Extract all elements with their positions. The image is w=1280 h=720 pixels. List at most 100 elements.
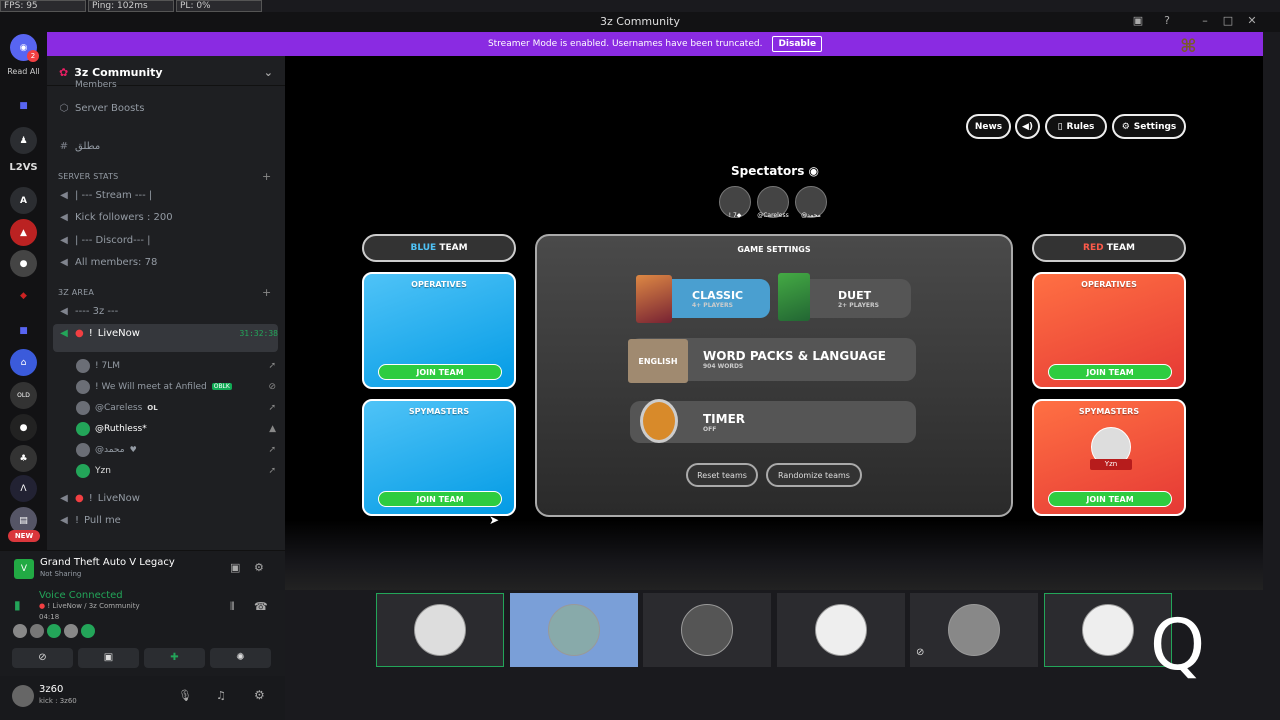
channel-label: | --- Discord--- | [75, 234, 151, 246]
channel-kick-followers[interactable]: ◀ Kick followers : 200 [58, 207, 278, 227]
randomize-teams-button[interactable]: Randomize teams [766, 463, 862, 487]
server-icon[interactable]: ♟ [10, 127, 37, 154]
screen-share-icon[interactable]: ▣ [1131, 14, 1145, 27]
voice-user[interactable]: Yzn ➚ [76, 461, 276, 480]
avatar[interactable] [12, 685, 34, 707]
maximize-icon[interactable]: □ [1221, 14, 1235, 27]
channel-members[interactable]: Members [58, 80, 278, 90]
folder-icon[interactable]: ■ [10, 317, 37, 344]
activities-button[interactable]: ✚ [144, 648, 205, 668]
live-timer: 31:32:38 [239, 328, 278, 338]
channel-stream[interactable]: ◀ | --- Stream --- | [58, 185, 278, 205]
server-icon[interactable]: ▲ [10, 219, 37, 246]
help-icon[interactable]: ? [1160, 14, 1174, 27]
join-team-button[interactable]: JOIN TEAM [378, 491, 502, 507]
video-tile[interactable] [510, 593, 638, 667]
channel-prefix: ! [88, 492, 93, 504]
gta-icon: V [14, 559, 34, 579]
video-tile[interactable] [777, 593, 905, 667]
channel-prefix: ! [88, 327, 93, 339]
spectator-name: @محمد [801, 212, 821, 219]
channel-livenow-active[interactable]: ◀ ● ! LiveNow 31:32:38 [58, 323, 278, 343]
category-3z-area[interactable]: 3z Area [58, 288, 94, 297]
spectator-name: @Careless [757, 212, 789, 219]
avatar [81, 624, 95, 638]
voice-user[interactable]: ! 7LM ➚ [76, 356, 276, 375]
option-sub: 904 WORDS [703, 363, 744, 370]
channel-text[interactable]: # مطلق [58, 136, 278, 156]
spectators-title: Spectators ◉ [700, 164, 850, 178]
camera-off-button[interactable]: ⊘ [12, 648, 73, 668]
classic-box-art [636, 275, 672, 323]
channel-label: | --- Stream --- | [75, 189, 153, 201]
stream-game-icon[interactable]: ▣ [230, 561, 240, 574]
classic-mode-option[interactable]: CLASSIC 4+ PLAYERS [636, 275, 770, 323]
voice-user[interactable]: @Careless OL ➚ [76, 398, 276, 417]
game-settings-icon[interactable]: ⚙ [254, 561, 264, 574]
spectators-label: Spectators [730, 164, 805, 178]
headphones-icon[interactable]: ♫ [216, 689, 226, 702]
server-icon[interactable]: ● [10, 250, 37, 277]
close-icon[interactable]: ✕ [1245, 14, 1259, 27]
add-channel-icon[interactable]: + [262, 170, 271, 183]
voice-user[interactable]: @Ruthless* ▲ [76, 419, 276, 438]
server-icon[interactable]: ◆ [10, 282, 37, 309]
reset-teams-button[interactable]: Reset teams [686, 463, 758, 487]
red-spymasters-card: SPYMASTERS Yzn JOIN TEAM [1032, 399, 1186, 516]
video-tile[interactable] [643, 593, 771, 667]
channel-livenow[interactable]: ◀ ●! LiveNow [58, 488, 278, 508]
sound-toggle-button[interactable]: ◀) [1015, 114, 1040, 139]
disconnect-icon[interactable]: ☎ [254, 600, 268, 613]
voice-user[interactable]: @محمد ♥ ➚ [76, 440, 276, 459]
word-packs-option[interactable]: ENGLISH WORD PACKS & LANGUAGE 904 WORDS [628, 338, 916, 383]
heart-icon: ♥ [129, 445, 137, 454]
read-all-button[interactable]: Read All [0, 67, 47, 76]
minimize-icon[interactable]: – [1198, 14, 1212, 27]
screen-share-button[interactable]: ▣ [78, 648, 139, 668]
ping-readout: Ping: 102ms [88, 0, 174, 12]
bookmark-icon: ▯ [1057, 121, 1063, 132]
folder-icon[interactable]: ■ [10, 92, 37, 119]
mode-label: CLASSIC [692, 288, 744, 302]
boost-icon: ⬡ [59, 102, 69, 114]
speaker-icon: ◀ [60, 305, 68, 317]
mic-icon[interactable]: 🎙 [178, 689, 192, 702]
rules-button[interactable]: ▯ Rules [1045, 114, 1107, 139]
timer-option[interactable]: TIMER OFF [630, 399, 916, 443]
streamer-mode-text: Streamer Mode is enabled. Usernames have… [487, 39, 763, 49]
news-button[interactable]: News [966, 114, 1011, 139]
channel-server-boosts[interactable]: ⬡ Server Boosts [58, 98, 278, 118]
server-a[interactable]: A [10, 187, 37, 214]
rocket-icon: ➚ [268, 360, 276, 371]
voice-user[interactable]: ! We Will meet at Anfiled OBLK ⊘ [76, 377, 276, 396]
channel-all-members[interactable]: ◀ All members: 78 [58, 252, 278, 272]
server-l2vs[interactable]: L2VS [0, 162, 47, 173]
video-tile[interactable] [376, 593, 504, 667]
server-icon[interactable]: ● [10, 414, 37, 441]
channel-label: All members: 78 [75, 256, 158, 268]
join-team-button[interactable]: JOIN TEAM [1048, 491, 1172, 507]
server-icon[interactable]: ⌂ [10, 349, 37, 376]
soundboard-button[interactable]: ✺ [210, 648, 271, 668]
add-channel-icon[interactable]: + [262, 286, 271, 299]
channel-pull-me[interactable]: ◀! Pull me [58, 510, 278, 530]
gear-icon[interactable]: ⚙ [254, 688, 265, 702]
server-icon[interactable]: Λ [10, 475, 37, 502]
server-icon[interactable]: OLD [10, 382, 37, 409]
rocket-icon: ➚ [268, 402, 276, 413]
server-icon[interactable]: ♣ [10, 445, 37, 472]
settings-button[interactable]: ⚙ Settings [1112, 114, 1186, 139]
voice-channel[interactable]: ● ! LiveNow / 3z Community [39, 602, 140, 610]
category-server-stats[interactable]: SERVER STATS [58, 172, 118, 181]
duet-mode-option[interactable]: DUET 2+ PLAYERS [778, 273, 911, 321]
noise-suppression-icon[interactable]: ⫴ [230, 600, 235, 614]
join-team-button[interactable]: JOIN TEAM [1048, 364, 1172, 380]
card-title: OPERATIVES [1081, 280, 1137, 289]
video-tile[interactable]: ⊘ [910, 593, 1038, 667]
channel-discord[interactable]: ◀ | --- Discord--- | [58, 230, 278, 250]
disable-streamer-button[interactable]: Disable [772, 36, 823, 52]
channel-3z-separator[interactable]: ◀ ---- 3z --- [58, 301, 278, 321]
gear-icon: ⚙ [1121, 121, 1130, 132]
join-team-button[interactable]: JOIN TEAM [378, 364, 502, 380]
blue-spymasters-card: SPYMASTERS JOIN TEAM [362, 399, 516, 516]
